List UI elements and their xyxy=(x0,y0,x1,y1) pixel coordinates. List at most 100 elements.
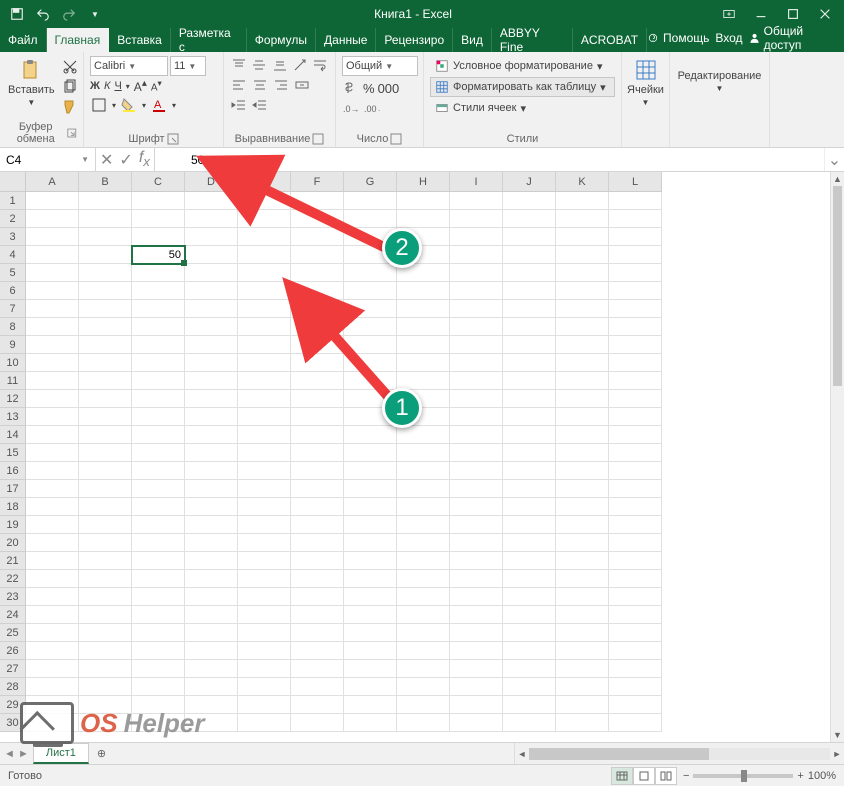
cell[interactable] xyxy=(556,642,609,660)
col-header[interactable]: J xyxy=(503,172,556,192)
cell[interactable] xyxy=(26,534,79,552)
cell[interactable] xyxy=(556,246,609,264)
cell[interactable] xyxy=(291,462,344,480)
increase-decimal-icon[interactable]: .0→.00 xyxy=(342,100,360,118)
cell[interactable] xyxy=(185,354,238,372)
cell[interactable] xyxy=(397,570,450,588)
cell[interactable] xyxy=(397,408,450,426)
cell[interactable] xyxy=(344,696,397,714)
cell[interactable] xyxy=(344,192,397,210)
cell[interactable] xyxy=(344,570,397,588)
cell[interactable] xyxy=(79,210,132,228)
cell[interactable] xyxy=(556,498,609,516)
cell[interactable] xyxy=(132,660,185,678)
cell[interactable] xyxy=(238,354,291,372)
cell[interactable] xyxy=(291,408,344,426)
cell[interactable] xyxy=(450,588,503,606)
decrease-decimal-icon[interactable]: .00→.0 xyxy=(363,100,381,118)
cell[interactable] xyxy=(291,642,344,660)
dialog-launcher-icon[interactable] xyxy=(67,127,77,139)
cell[interactable] xyxy=(397,552,450,570)
cell[interactable] xyxy=(291,534,344,552)
cell[interactable] xyxy=(291,678,344,696)
cell[interactable] xyxy=(503,336,556,354)
cell[interactable] xyxy=(185,642,238,660)
cell[interactable] xyxy=(26,552,79,570)
close-icon[interactable] xyxy=(810,3,840,25)
cell[interactable] xyxy=(79,660,132,678)
cell[interactable] xyxy=(503,642,556,660)
cell[interactable] xyxy=(238,552,291,570)
wrap-text-icon[interactable] xyxy=(312,56,329,74)
cell[interactable] xyxy=(79,570,132,588)
cell[interactable] xyxy=(185,228,238,246)
cell[interactable] xyxy=(185,426,238,444)
row-header[interactable]: 8 xyxy=(0,318,26,336)
cell[interactable] xyxy=(397,660,450,678)
format-as-table-button[interactable]: Форматировать как таблицу▾ xyxy=(430,77,615,97)
cell[interactable] xyxy=(26,606,79,624)
row-header[interactable]: 23 xyxy=(0,588,26,606)
italic-button[interactable]: К xyxy=(104,80,110,92)
cell[interactable] xyxy=(397,300,450,318)
cell[interactable] xyxy=(26,246,79,264)
cell[interactable] xyxy=(503,192,556,210)
row-header[interactable]: 11 xyxy=(0,372,26,390)
cell[interactable] xyxy=(291,552,344,570)
share-button[interactable]: Общий доступ xyxy=(749,24,838,52)
cell[interactable] xyxy=(609,498,662,516)
cell[interactable] xyxy=(132,588,185,606)
cell[interactable] xyxy=(503,534,556,552)
cell[interactable] xyxy=(344,444,397,462)
horizontal-scrollbar[interactable]: ◄► xyxy=(514,743,844,764)
cell[interactable] xyxy=(26,408,79,426)
cell[interactable] xyxy=(503,228,556,246)
cell[interactable] xyxy=(132,642,185,660)
row-header[interactable]: 14 xyxy=(0,426,26,444)
editing-button[interactable]: Редактирование▼ xyxy=(676,68,763,95)
cell[interactable] xyxy=(185,462,238,480)
col-header[interactable]: C xyxy=(132,172,185,192)
cell[interactable] xyxy=(238,678,291,696)
cell[interactable]: 50 xyxy=(132,246,185,264)
cell[interactable] xyxy=(503,408,556,426)
cell[interactable] xyxy=(450,300,503,318)
cell[interactable] xyxy=(344,426,397,444)
cell[interactable] xyxy=(450,408,503,426)
cell[interactable] xyxy=(132,624,185,642)
tab-insert[interactable]: Вставка xyxy=(109,28,171,52)
cell[interactable] xyxy=(132,606,185,624)
cell[interactable] xyxy=(556,444,609,462)
increase-indent-icon[interactable] xyxy=(251,96,269,114)
cell[interactable] xyxy=(450,480,503,498)
cell[interactable] xyxy=(556,606,609,624)
cell[interactable] xyxy=(609,534,662,552)
row-header[interactable]: 12 xyxy=(0,390,26,408)
row-header[interactable]: 7 xyxy=(0,300,26,318)
maximize-icon[interactable] xyxy=(778,3,808,25)
cell[interactable] xyxy=(26,516,79,534)
cell[interactable] xyxy=(450,228,503,246)
row-header[interactable]: 3 xyxy=(0,228,26,246)
underline-button[interactable]: Ч xyxy=(114,80,121,92)
cell[interactable] xyxy=(503,372,556,390)
cell[interactable] xyxy=(609,228,662,246)
cell[interactable] xyxy=(185,516,238,534)
cell[interactable] xyxy=(503,714,556,732)
cell[interactable] xyxy=(344,246,397,264)
row-header[interactable]: 2 xyxy=(0,210,26,228)
cell[interactable] xyxy=(238,606,291,624)
cell[interactable] xyxy=(291,606,344,624)
name-box[interactable]: C4▼ xyxy=(0,148,96,171)
cell[interactable] xyxy=(132,228,185,246)
save-icon[interactable] xyxy=(6,3,28,25)
row-header[interactable]: 19 xyxy=(0,516,26,534)
cell[interactable] xyxy=(132,534,185,552)
cell[interactable] xyxy=(450,192,503,210)
cell[interactable] xyxy=(503,426,556,444)
col-header[interactable]: H xyxy=(397,172,450,192)
cell[interactable] xyxy=(556,570,609,588)
cell[interactable] xyxy=(556,426,609,444)
cell[interactable] xyxy=(609,246,662,264)
row-header[interactable]: 26 xyxy=(0,642,26,660)
